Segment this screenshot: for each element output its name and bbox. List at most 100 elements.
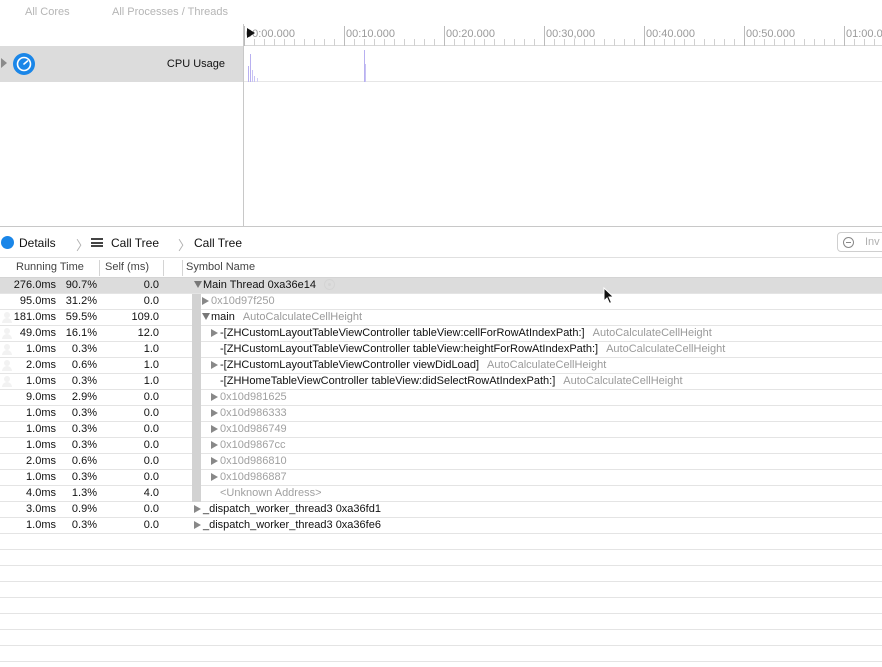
symbol-name: -[ZHCustomLayoutTableViewController tabl… [220,327,585,339]
track-list: CPU Usage [0,46,243,226]
running-time-ms: 1.0ms [26,471,56,483]
library-name: AutoCalculateCellHeight [592,327,712,339]
column-divider[interactable] [163,260,164,276]
column-divider[interactable] [99,260,100,276]
filter-icon [843,237,854,248]
disclosure-triangle-icon[interactable] [211,329,218,337]
indent-guide [192,438,201,454]
self-time: 1.0 [143,343,159,355]
table-row[interactable]: 4.0ms 1.3% 4.0 <Unknown Address> [0,486,882,502]
disclosure-triangle-icon[interactable] [211,425,218,433]
empty-row [0,550,882,566]
ruler-tick-label: 00:50.000 [746,28,795,40]
symbol-name-cell: -[ZHCustomLayoutTableViewController tabl… [211,327,712,339]
gauge-icon [1,236,14,249]
table-row[interactable]: 1.0ms 0.3% 0.0 0x10d9867cc [0,438,882,454]
column-divider[interactable] [182,260,183,276]
search-input[interactable]: Inv [837,232,882,252]
disclosure-triangle-icon[interactable] [194,505,201,513]
all-cores-filter[interactable]: All Cores [25,6,70,18]
symbol-name-cell: 0x10d97f250 [202,295,275,307]
symbol-name: 0x10d981625 [220,391,287,403]
indent-guide [192,326,201,342]
disclosure-triangle-icon[interactable] [202,297,209,305]
disclosure-triangle-icon[interactable] [211,457,218,465]
nav-details[interactable]: Details [19,236,56,250]
disclosure-triangle-open-icon[interactable] [194,281,202,288]
running-time-ms: 1.0ms [26,439,56,451]
table-row[interactable]: 95.0ms 31.2% 0.0 0x10d97f250 [0,294,882,310]
table-row[interactable]: 3.0ms 0.9% 0.0 _dispatch_worker_thread3 0xa… [0,502,882,518]
symbol-name-cell: 0x10d9867cc [211,439,285,451]
empty-row [0,566,882,582]
self-time: 12.0 [137,327,159,339]
symbol-name-cell: Main Thread 0xa36e14 [194,279,335,291]
running-time-percent: 0.3% [71,423,97,435]
table-row[interactable]: 1.0ms 0.3% 0.0 _dispatch_worker_thread3 0xa… [0,518,882,534]
self-time: 0.0 [143,423,159,435]
cpu-usage-graph[interactable] [244,46,882,82]
symbol-name-cell: 0x10d986887 [211,471,287,483]
symbol-name: 0x10d986810 [220,455,287,467]
table-row[interactable]: 1.0ms 0.3% 0.0 0x10d986887 [0,470,882,486]
running-time-ms: 9.0ms [26,391,56,403]
self-time: 1.0 [143,375,159,387]
running-time-ms: 2.0ms [26,359,56,371]
filter-bar: All Cores All Processes / Threads [0,0,243,24]
table-row[interactable]: 2.0ms 0.6% 1.0 -[ZHCustomLayoutTableViewCon… [0,358,882,374]
table-row[interactable]: 2.0ms 0.6% 0.0 0x10d986810 [0,454,882,470]
symbol-name-cell: 0x10d986333 [211,407,287,419]
time-ruler[interactable]: 00:00.000 00:10.000 00:20.000 00:30,000 00:4… [244,24,882,46]
symbol-name: 0x10d986333 [220,407,287,419]
running-time-ms: 1.0ms [26,423,56,435]
all-processes-filter[interactable]: All Processes / Threads [112,6,228,18]
running-time-ms: 1.0ms [26,375,56,387]
instrument-timeline-area: All Cores All Processes / Threads CPU Us… [0,0,882,226]
table-row[interactable]: 1.0ms 0.3% 0.0 0x10d986333 [0,406,882,422]
empty-row [0,598,882,614]
table-row[interactable]: 9.0ms 2.9% 0.0 0x10d981625 [0,390,882,406]
cpu-spike [254,76,255,82]
disclosure-triangle-icon[interactable] [211,473,218,481]
cpu-usage-track[interactable]: CPU Usage [0,46,243,82]
disclosure-triangle-icon[interactable] [194,521,201,529]
column-self[interactable]: Self (ms) [105,261,149,273]
running-time-percent: 31.2% [65,295,97,307]
playhead-icon[interactable] [247,28,255,38]
list-icon [91,238,103,247]
detail-navigation-bar: Details 〉 Call Tree 〉 Call Tree Inv [0,226,882,258]
disclosure-triangle-open-icon[interactable] [202,313,210,320]
disclosure-triangle-icon[interactable] [1,58,7,68]
table-row[interactable]: 49.0ms 16.1% 12.0 -[ZHCustomLayoutTableView… [0,326,882,342]
symbol-name: -[ZHHomeTableViewController tableView:di… [220,375,556,387]
table-row[interactable]: 276.0ms 90.7% 0.0 Main Thread 0xa36e14 [0,278,882,294]
running-time-percent: 0.3% [71,407,97,419]
disclosure-triangle-icon[interactable] [211,441,218,449]
table-row[interactable]: 1.0ms 0.3% 0.0 0x10d986749 [0,422,882,438]
nav-call-tree[interactable]: Call Tree [111,236,159,250]
column-running-time[interactable]: Running Time [16,261,84,273]
running-time-ms: 181.0ms [13,311,56,323]
nav-call-tree-current[interactable]: Call Tree [194,236,242,250]
focus-icon[interactable] [323,279,335,290]
column-symbol-name[interactable]: Symbol Name [186,261,255,273]
symbol-name-cell: 0x10d986810 [211,455,287,467]
indent-guide [192,406,201,422]
indent-guide [192,470,201,486]
self-time: 109.0 [131,311,159,323]
running-time-percent: 90.7% [65,279,97,291]
cpu-spike [252,70,253,82]
disclosure-triangle-icon[interactable] [211,409,218,417]
indent-guide [192,342,201,358]
table-row[interactable]: 1.0ms 0.3% 1.0 -[ZHHomeTableViewController … [0,374,882,390]
running-time-ms: 3.0ms [26,503,56,515]
running-time-percent: 0.3% [71,471,97,483]
indent-guide [192,390,201,406]
symbol-name: -[ZHCustomLayoutTableViewController view… [220,359,480,371]
disclosure-triangle-icon[interactable] [211,361,218,369]
running-time-ms: 2.0ms [26,455,56,467]
table-row[interactable]: 181.0ms 59.5% 109.0 main AutoCalculateCellHe… [0,310,882,326]
table-row[interactable]: 1.0ms 0.3% 1.0 -[ZHCustomLayoutTableViewCon… [0,342,882,358]
chevron-right-icon: 〉 [178,238,192,253]
disclosure-triangle-icon[interactable] [211,393,218,401]
